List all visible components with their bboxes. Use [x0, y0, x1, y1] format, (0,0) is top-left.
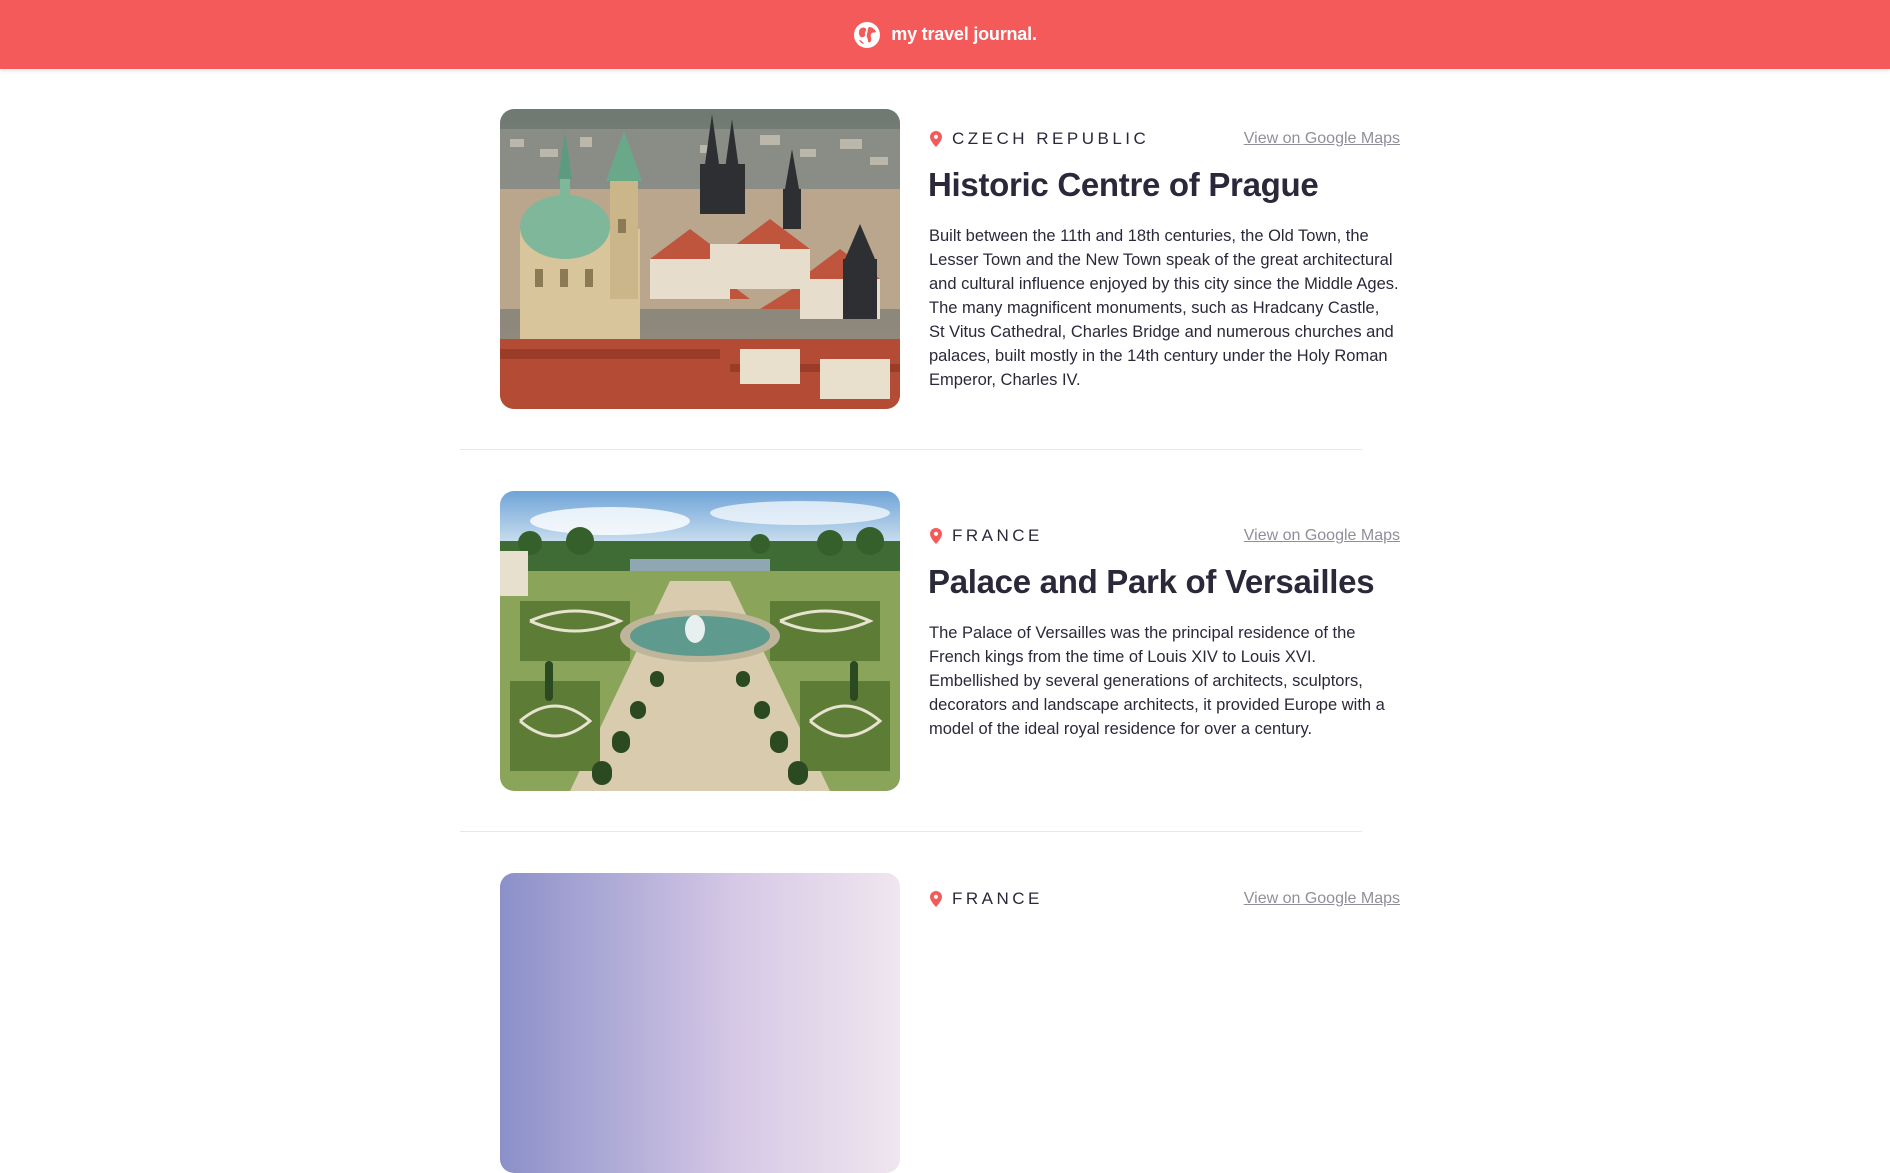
location-row: FRANCE View on Google Maps [930, 888, 1400, 910]
entry-divider [460, 831, 1362, 832]
country-label: CZECH REPUBLIC [952, 129, 1150, 148]
view-on-google-maps-link[interactable]: View on Google Maps [1244, 527, 1400, 545]
prague-photo-illustration [500, 109, 900, 409]
entry-title: Historic Centre of Prague [928, 166, 1319, 203]
versailles-photo-illustration [500, 491, 900, 791]
app-title: my travel journal. [891, 24, 1037, 44]
location-pin-icon [930, 131, 942, 147]
globe-icon [854, 21, 881, 48]
location-row: FRANCE View on Google Maps [930, 525, 1400, 547]
brand[interactable]: my travel journal. [853, 21, 1037, 49]
journal-entry: CZECH REPUBLIC View on Google Maps Histo… [0, 109, 1890, 409]
location-pin-icon [930, 528, 942, 544]
entry-photo-versailles [500, 491, 900, 791]
entry-description: The Palace of Versailles was the princip… [929, 624, 1385, 738]
location-pin-icon [930, 891, 942, 907]
entry-divider [460, 449, 1362, 450]
entry-3-photo-illustration [500, 873, 900, 1173]
view-on-google-maps-link[interactable]: View on Google Maps [1244, 890, 1400, 908]
country-label: FRANCE [952, 889, 1043, 908]
view-on-google-maps-link[interactable]: View on Google Maps [1244, 130, 1400, 148]
entry-description: Built between the 11th and 18th centurie… [929, 227, 1399, 389]
entry-photo-3 [500, 873, 900, 1173]
header-bar: my travel journal. [0, 0, 1890, 69]
journal-entry: FRANCE View on Google Maps [0, 873, 1890, 1173]
country-label: FRANCE [952, 526, 1043, 545]
entry-title: Palace and Park of Versailles [928, 563, 1375, 600]
location-row: CZECH REPUBLIC View on Google Maps [930, 128, 1400, 150]
entry-photo-prague [500, 109, 900, 409]
journal-entry: FRANCE View on Google Maps Palace and Pa… [0, 491, 1890, 791]
